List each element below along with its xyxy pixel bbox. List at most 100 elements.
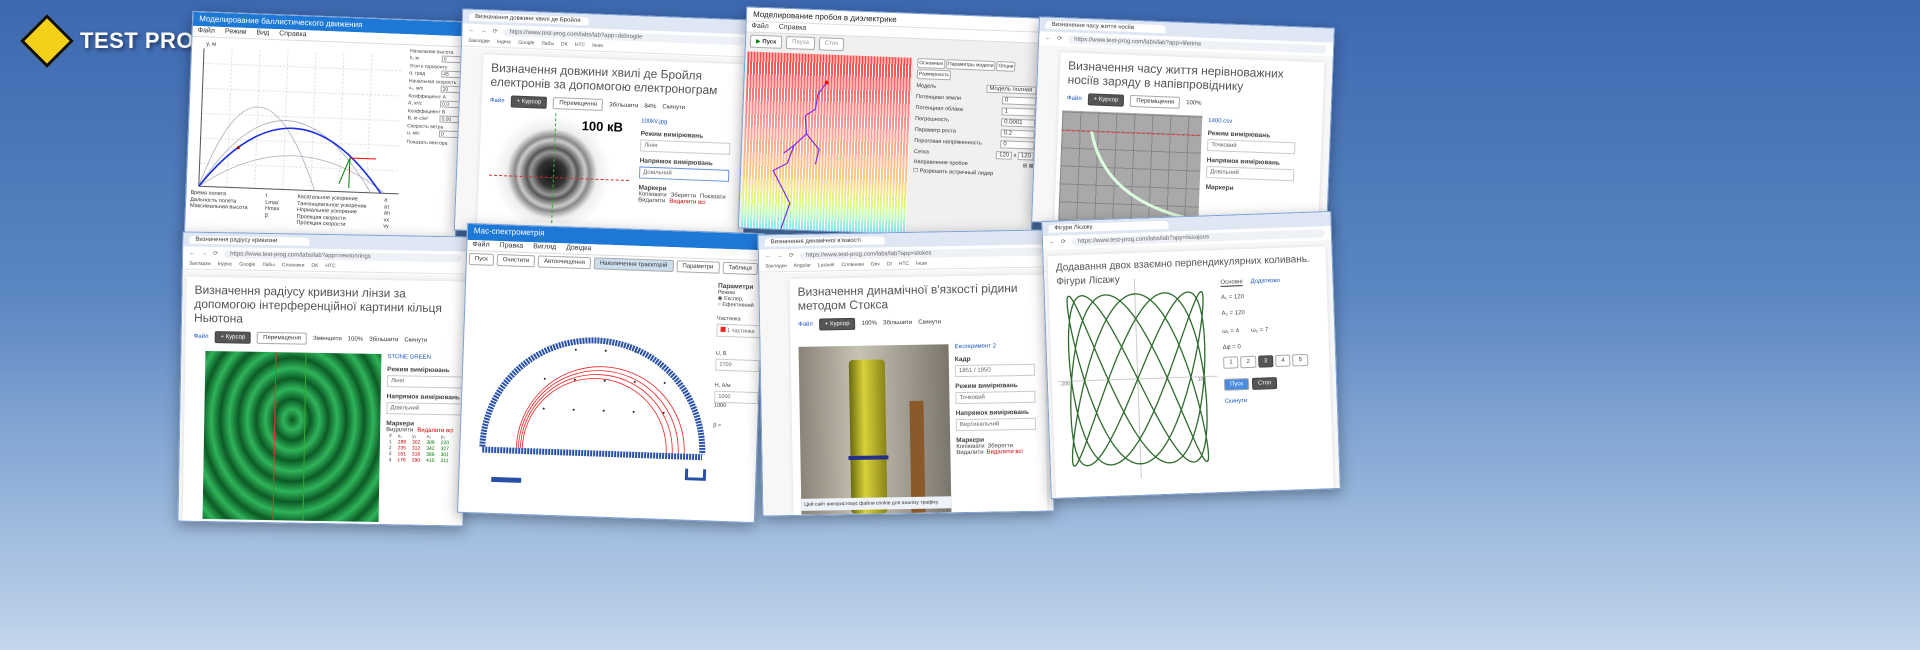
- tab-options[interactable]: Опции: [996, 61, 1016, 72]
- leader-checkbox[interactable]: ☐ Разрешить встречный лидер: [913, 168, 1033, 179]
- start-button[interactable]: ▶ Пуск: [749, 34, 783, 49]
- bookmark[interactable]: DK: [311, 263, 318, 270]
- grid-y-input[interactable]: 120: [1017, 151, 1034, 161]
- tab-model[interactable]: Параметры модели: [945, 59, 996, 72]
- file-menu[interactable]: Файл: [798, 322, 813, 328]
- reload-icon[interactable]: ⟳: [492, 28, 497, 35]
- back-icon[interactable]: ←: [1045, 35, 1051, 41]
- menu-view[interactable]: Вигляд: [533, 243, 556, 252]
- bookmark[interactable]: DI: [887, 261, 892, 268]
- growth-input[interactable]: 0.2: [1000, 129, 1035, 139]
- move-button[interactable]: Переміщення: [553, 97, 604, 111]
- direction-select[interactable]: Довільний: [386, 402, 465, 416]
- stop-button[interactable]: Стоп: [818, 37, 845, 52]
- bookmark[interactable]: НТС: [325, 263, 335, 270]
- bookmark[interactable]: Dev: [871, 261, 880, 268]
- speed-input[interactable]: 20: [440, 85, 461, 94]
- menu-edit[interactable]: Правка: [499, 242, 523, 251]
- mode-select[interactable]: Лінія: [640, 139, 731, 155]
- bookmark[interactable]: Google: [518, 40, 534, 48]
- clear-button[interactable]: Очистити: [496, 253, 536, 268]
- file-menu[interactable]: Файл: [194, 334, 209, 340]
- delete-button[interactable]: Видалити: [956, 450, 983, 456]
- pause-button[interactable]: Пауза: [785, 35, 816, 51]
- delete-all-button[interactable]: Видалити всі: [669, 199, 705, 206]
- reload-icon[interactable]: ⟳: [1057, 35, 1062, 42]
- particle-select[interactable]: 1 частинка: [716, 323, 761, 339]
- model-select[interactable]: Модель полная: [986, 84, 1037, 95]
- file-menu[interactable]: Файл: [1067, 96, 1082, 103]
- bookmark[interactable]: Словники: [841, 262, 864, 269]
- bookmark[interactable]: Індекс: [497, 39, 512, 47]
- voltage-input[interactable]: 2700: [715, 358, 760, 373]
- delete-all-button[interactable]: Видалити всі: [987, 449, 1023, 456]
- bookmark[interactable]: Закладки: [468, 38, 490, 46]
- table-button[interactable]: Таблиця: [722, 261, 758, 276]
- menu-file[interactable]: Файл: [198, 27, 215, 36]
- tab-dimension[interactable]: Размерность: [916, 69, 952, 81]
- back-icon[interactable]: ←: [765, 253, 771, 259]
- zoom-out-button[interactable]: Зменшити: [313, 336, 342, 342]
- file-menu[interactable]: Файл: [490, 98, 505, 105]
- mode-select[interactable]: Точковий: [1207, 138, 1296, 155]
- add-cursor-button[interactable]: + Курсор: [510, 95, 548, 109]
- menu-help[interactable]: Справка: [279, 30, 307, 39]
- mode-radio-eff[interactable]: ○ Ефективний: [717, 302, 761, 310]
- menu-file[interactable]: Файл: [751, 23, 768, 32]
- file-name-link[interactable]: 100kV.jpg: [641, 118, 667, 125]
- phase-slider[interactable]: Δφ = 0: [1223, 341, 1323, 351]
- bookmark[interactable]: Словники: [282, 262, 305, 269]
- amplitude1-slider[interactable]: A₁ = 120: [1221, 291, 1321, 301]
- bookmark[interactable]: Лабы: [262, 262, 275, 269]
- menu-view[interactable]: Вид: [256, 29, 269, 37]
- ratio-button[interactable]: 1: [1223, 356, 1239, 369]
- start-button[interactable]: Пуск: [468, 252, 494, 266]
- browser-tab[interactable]: Визначення динамічної в'язкості: [764, 236, 885, 247]
- amplitude2-slider[interactable]: A₂ = 120: [1221, 307, 1321, 317]
- zoom-in-button[interactable]: Збільшити: [883, 320, 912, 327]
- bookmark[interactable]: НТС: [575, 42, 586, 49]
- reset-button[interactable]: Скинути: [918, 319, 941, 325]
- add-cursor-button[interactable]: + Курсор: [818, 317, 856, 331]
- omega2-slider[interactable]: ω₂ = 7: [1251, 327, 1268, 334]
- start-button[interactable]: Пуск: [1223, 377, 1250, 391]
- bookmark[interactable]: Закладки: [189, 261, 211, 268]
- bookmark[interactable]: НТС: [899, 261, 909, 268]
- zoom-in-button[interactable]: Збільшити: [609, 102, 639, 109]
- menu-help[interactable]: Довідка: [566, 244, 591, 253]
- browser-tab[interactable]: Фігури Лісажу: [1048, 220, 1169, 233]
- params-button[interactable]: Параметри: [676, 260, 720, 274]
- frame-input[interactable]: 1851 / 1950: [954, 363, 1036, 378]
- grid-x-input[interactable]: 120: [995, 151, 1013, 160]
- reload-icon[interactable]: ⟳: [789, 252, 794, 259]
- bookmark[interactable]: Laravel: [818, 262, 835, 269]
- back-icon[interactable]: ←: [189, 250, 195, 256]
- menu-file[interactable]: Файл: [472, 241, 489, 250]
- ratio-button[interactable]: 2: [1240, 355, 1257, 369]
- browser-tab[interactable]: Визначення радіусу кривизни: [189, 235, 310, 246]
- wind-input[interactable]: 0: [438, 130, 460, 139]
- bookmark[interactable]: DK: [561, 41, 568, 48]
- back-icon[interactable]: ←: [1049, 239, 1055, 245]
- forward-icon[interactable]: →: [201, 250, 207, 256]
- direction-select[interactable]: Довільний: [1205, 165, 1295, 182]
- bookmark[interactable]: Інше: [592, 43, 603, 50]
- reset-link[interactable]: Скинути: [1225, 395, 1325, 405]
- tab-extra[interactable]: Додатково: [1251, 278, 1281, 286]
- show-vectors-checkbox[interactable]: Показать вектора: [406, 139, 458, 147]
- table-row[interactable]: 4 176 290 410 311: [386, 457, 452, 464]
- bookmark[interactable]: Лабы: [541, 41, 554, 48]
- menu-help[interactable]: Справка: [779, 24, 807, 33]
- direction-select[interactable]: Вертикальний: [955, 417, 1037, 432]
- file-name-link[interactable]: 1400.csv: [1208, 118, 1232, 125]
- forward-icon[interactable]: →: [480, 28, 486, 34]
- bookmark[interactable]: Інше: [916, 261, 927, 268]
- move-button[interactable]: Переміщення: [1130, 94, 1181, 109]
- tolerance-input[interactable]: 0.0001: [1000, 118, 1036, 128]
- ratio-button[interactable]: 4: [1275, 354, 1291, 368]
- zoom-in-button[interactable]: Збільшити: [369, 337, 398, 344]
- move-button[interactable]: Переміщення: [257, 331, 308, 345]
- auto-clear-button[interactable]: Автоочищення: [537, 255, 592, 270]
- reload-icon[interactable]: ⟳: [1061, 238, 1066, 245]
- reload-icon[interactable]: ⟳: [213, 250, 218, 257]
